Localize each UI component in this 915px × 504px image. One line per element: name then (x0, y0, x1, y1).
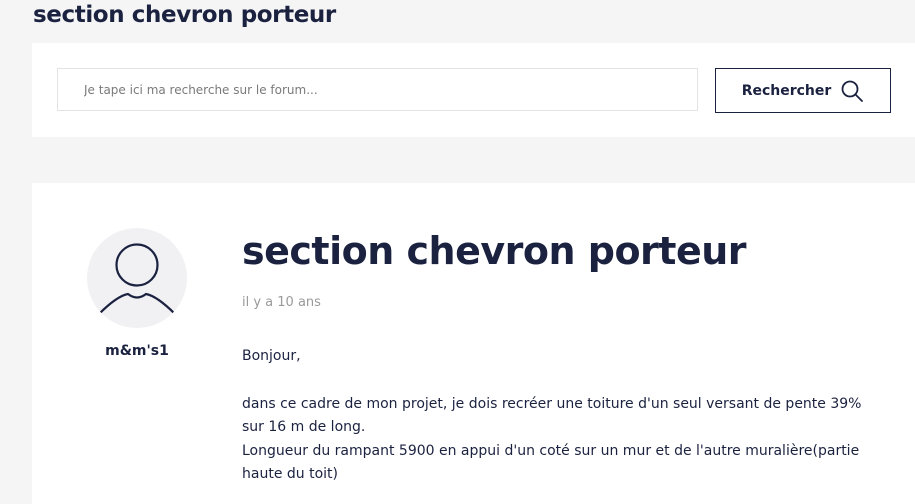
post-body: Bonjour, dans ce cadre de mon projet, je… (242, 345, 862, 487)
post-paragraph: Longueur du rampant 5900 en appui d'un c… (242, 442, 860, 483)
search-panel: Rechercher (32, 43, 915, 137)
avatar[interactable] (87, 228, 187, 328)
page-title: section chevron porteur (33, 2, 336, 28)
search-icon (841, 80, 864, 102)
post-greeting: Bonjour, (242, 348, 301, 364)
search-input[interactable] (57, 68, 698, 111)
post-date: il y a 10 ans (242, 295, 321, 310)
search-button-label: Rechercher (741, 82, 832, 99)
author-name[interactable]: m&m's1 (87, 343, 187, 359)
post-card: m&m's1 section chevron porteur il y a 10… (32, 183, 915, 504)
post-title: section chevron porteur (242, 229, 747, 273)
user-avatar-icon (98, 243, 176, 315)
post-paragraph: dans ce cadre de mon projet, je dois rec… (242, 395, 862, 436)
search-button[interactable]: Rechercher (715, 68, 891, 113)
